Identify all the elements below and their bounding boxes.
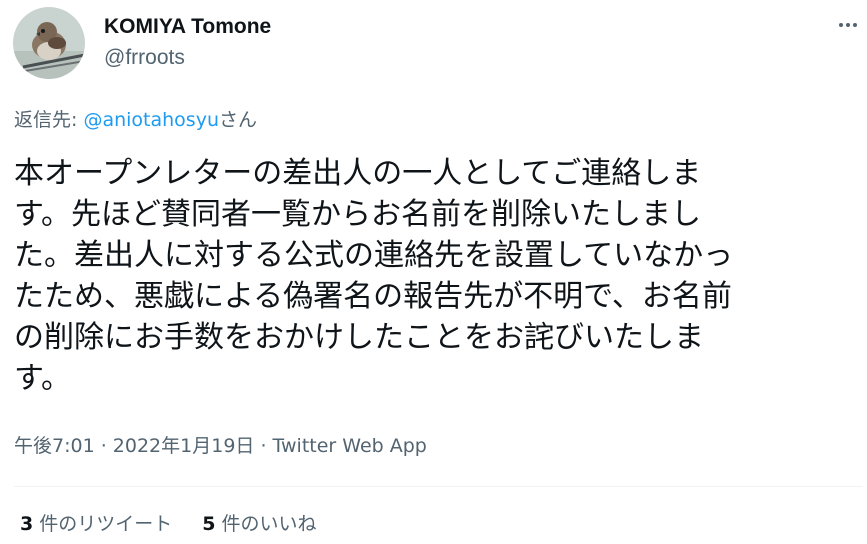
like-label: 件のいいね <box>215 513 317 535</box>
tweet: KOMIYA Tomone @frroots 返信先: @aniotahosyu… <box>0 0 867 544</box>
meta-separator: · <box>94 435 113 457</box>
tweet-metadata: 午後7:01 · 2022年1月19日 · Twitter Web App <box>14 433 427 459</box>
reply-mention-link[interactable]: @aniotahosyu <box>83 109 219 131</box>
like-count: 5 <box>202 513 216 535</box>
tweet-text: 本オープンレターの差出人の一人としてご連絡しま す。先ほど賛同者一覧からお名前を削… <box>14 153 844 399</box>
author-handle[interactable]: @frroots <box>104 45 185 71</box>
bird-photo-avatar-icon <box>13 7 85 79</box>
retweet-count-link[interactable]: 3 件のリツイート <box>20 511 172 537</box>
tweet-text-line: す。 <box>14 361 71 396</box>
tweet-text-line: の削除にお手数をおかけしたことをお詫びいたしま <box>14 320 704 355</box>
tweet-text-line: 本オープンレターの差出人の一人としてご連絡しま <box>14 156 702 191</box>
tweet-date-link[interactable]: 2022年1月19日 <box>113 435 255 457</box>
more-options-button[interactable] <box>833 10 863 40</box>
reply-to-prefix: 返信先: <box>14 109 84 131</box>
reply-to-line: 返信先: @aniotahosyuさん <box>14 107 257 133</box>
retweet-label: 件のリツイート <box>33 513 173 535</box>
tweet-text-line: た。差出人に対する公式の連絡先を設置していなかっ <box>14 238 734 273</box>
tweet-source-link[interactable]: Twitter Web App <box>273 435 427 457</box>
tweet-text-line: す。先ほど賛同者一覧からお名前を削除いたしまし <box>14 197 701 232</box>
avatar[interactable] <box>13 7 85 79</box>
tweet-stats: 3 件のリツイート 5 件のいいね <box>20 511 317 537</box>
tweet-text-line: たため、悪戯による偽署名の報告先が不明で、お名前 <box>14 279 732 314</box>
author-display-name[interactable]: KOMIYA Tomone <box>104 14 271 40</box>
more-dots-icon <box>839 23 857 27</box>
like-count-link[interactable]: 5 件のいいね <box>202 511 316 537</box>
reply-to-suffix: さん <box>219 109 258 131</box>
divider <box>14 486 863 487</box>
retweet-count: 3 <box>20 513 34 535</box>
tweet-time-link[interactable]: 午後7:01 <box>14 435 95 457</box>
meta-separator: · <box>254 435 273 457</box>
